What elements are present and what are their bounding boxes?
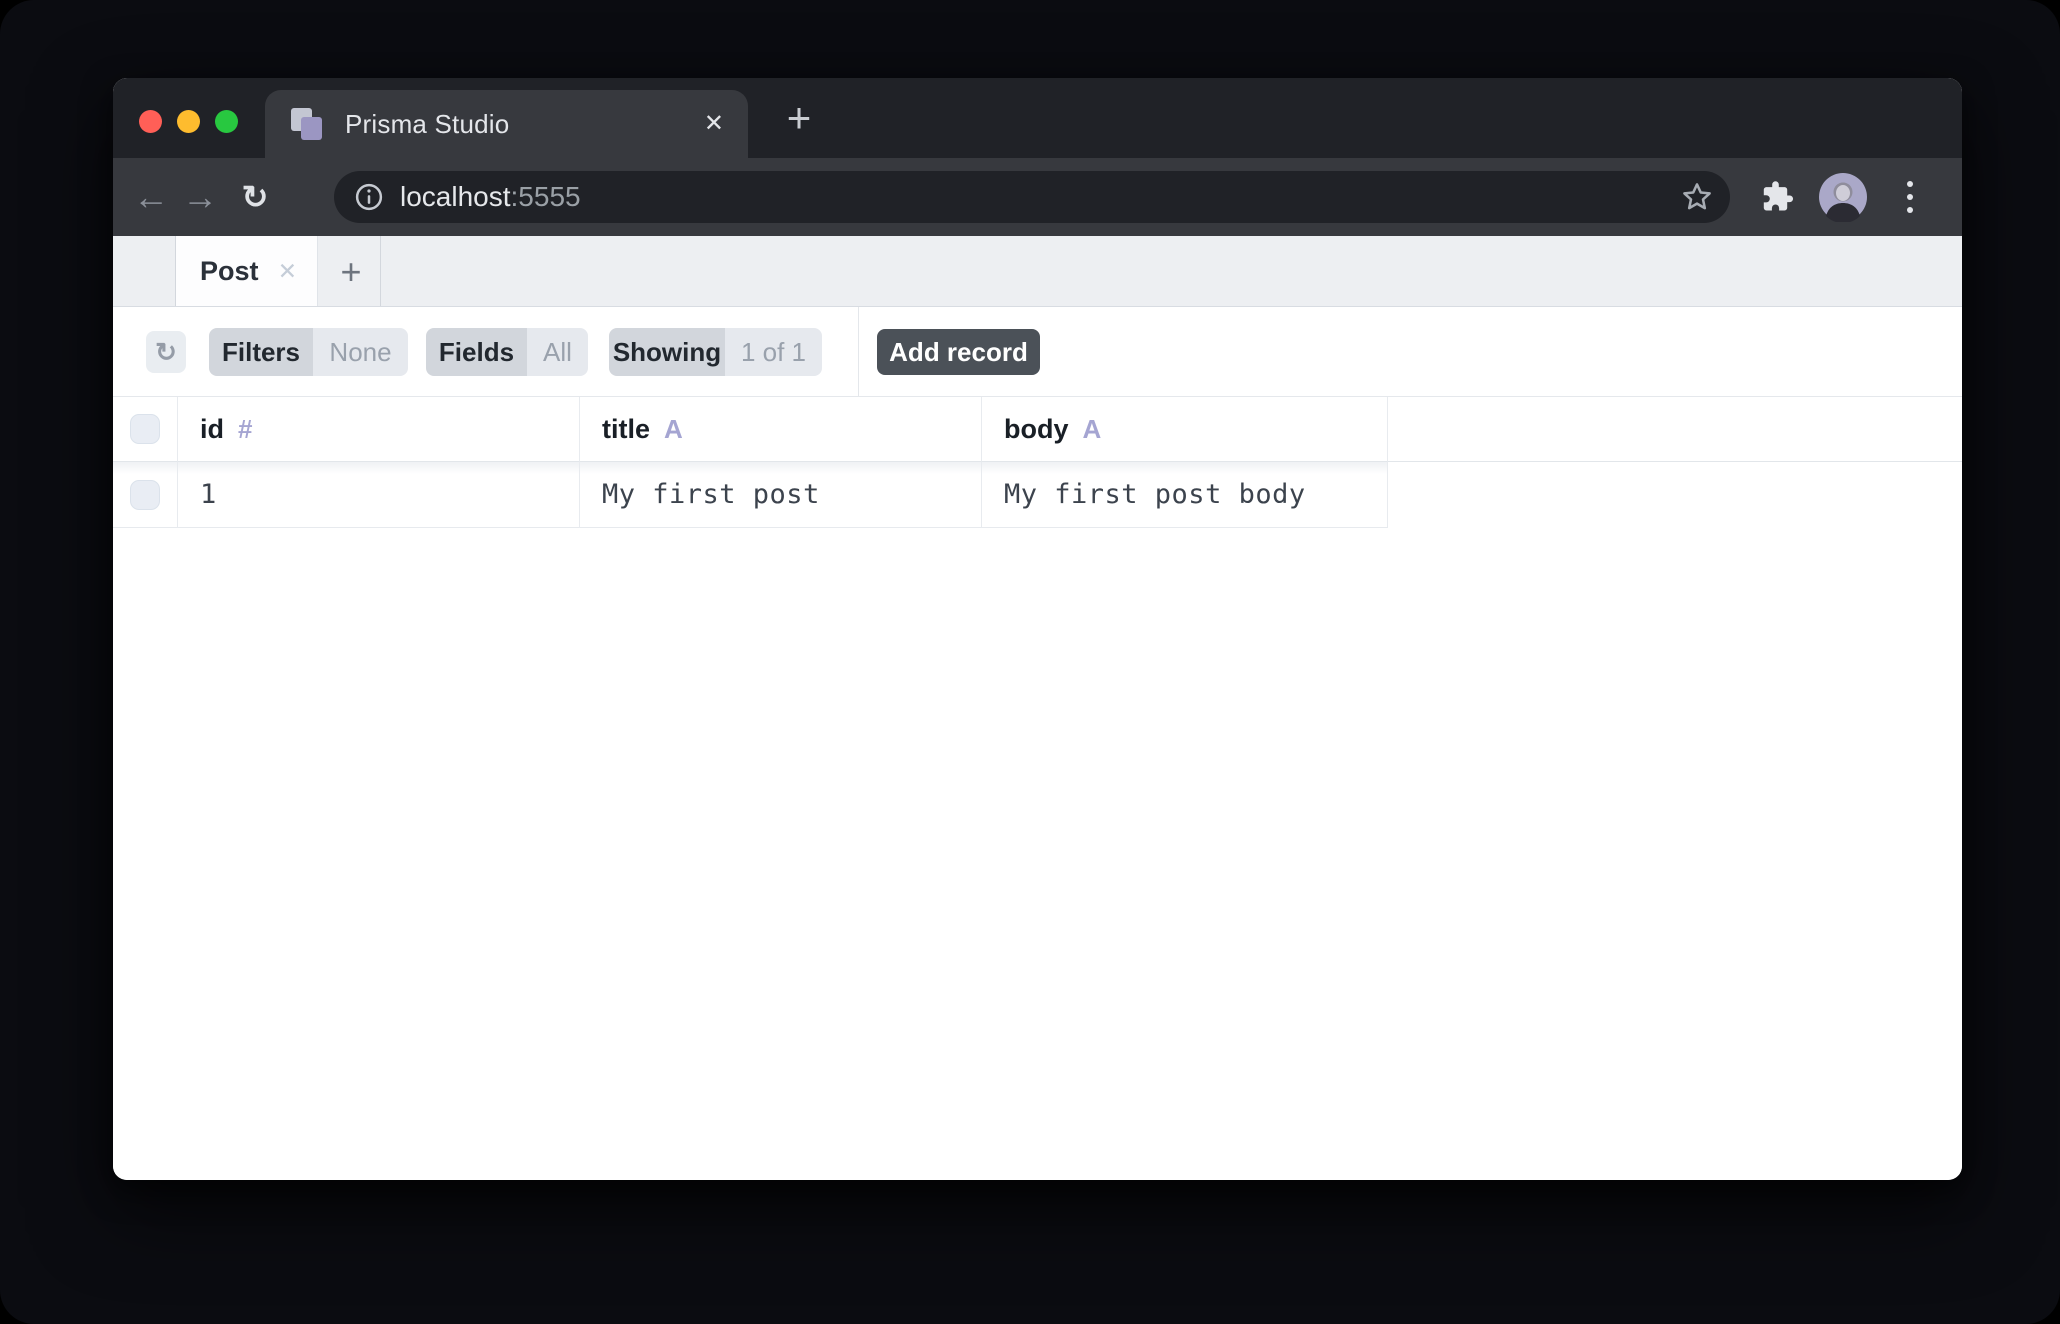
new-tab-button[interactable]: + <box>775 94 823 142</box>
reload-icon[interactable]: ↻ <box>232 158 278 236</box>
string-type-icon: A <box>1082 413 1102 444</box>
cell-id[interactable]: 1 <box>178 462 580 528</box>
cell-title[interactable]: My first post <box>580 462 982 528</box>
refresh-button[interactable]: ↻ <box>146 331 186 373</box>
row-select-cell <box>113 462 178 528</box>
extensions-puzzle-icon[interactable] <box>1757 158 1797 236</box>
model-tab-close-icon[interactable]: ✕ <box>278 258 297 285</box>
browser-window: Prisma Studio ✕ + ← → ↻ localhost :5555 <box>113 78 1962 1180</box>
fields-label: Fields <box>426 328 527 376</box>
column-name: body <box>1004 413 1069 444</box>
browser-tab[interactable]: Prisma Studio ✕ <box>265 90 748 158</box>
column-header-id[interactable]: id # <box>178 397 580 462</box>
bookmark-star-icon[interactable] <box>1679 179 1715 215</box>
cell-body[interactable]: My first post body <box>982 462 1388 528</box>
showing-label: Showing <box>609 328 725 376</box>
row-spacer <box>1388 462 1962 528</box>
model-tab-label: Post <box>200 255 259 286</box>
profile-avatar[interactable] <box>1815 158 1871 236</box>
column-header-body[interactable]: body A <box>982 397 1388 462</box>
model-tab-post[interactable]: Post ✕ <box>176 236 318 306</box>
url-port: :5555 <box>510 181 581 212</box>
window-zoom-button[interactable] <box>215 110 238 133</box>
filters-button[interactable]: Filters None <box>209 328 408 376</box>
window-controls <box>139 110 238 133</box>
header-spacer <box>1388 397 1962 462</box>
browser-menu-icon[interactable] <box>1893 158 1927 236</box>
browser-toolbar: ← → ↻ localhost :5555 <box>113 158 1962 236</box>
fields-value: All <box>527 328 588 376</box>
studio-model-tabbar: Post ✕ + <box>113 236 1962 307</box>
forward-icon[interactable]: → <box>177 158 223 236</box>
browser-tab-title: Prisma Studio <box>345 108 510 139</box>
column-name: title <box>602 413 651 444</box>
address-bar[interactable]: localhost :5555 <box>334 171 1730 223</box>
window-close-button[interactable] <box>139 110 162 133</box>
table-header-row: id # title A body A <box>113 397 1962 462</box>
tab-close-icon[interactable]: ✕ <box>704 112 724 136</box>
fields-button[interactable]: Fields All <box>426 328 588 376</box>
studio-toolbar: ↻ Filters None Fields All Showing 1 of 1… <box>113 307 1962 397</box>
select-all-cell <box>113 397 178 462</box>
toolbar-divider <box>858 307 859 396</box>
int-type-icon: # <box>238 413 253 444</box>
filters-value: None <box>313 328 408 376</box>
filters-label: Filters <box>209 328 313 376</box>
add-model-tab-button[interactable]: + <box>329 250 373 294</box>
url-host: localhost <box>400 181 511 212</box>
table-row[interactable]: 1 My first post My first post body <box>113 462 1962 528</box>
empty-content-area <box>113 528 1962 1180</box>
desktop-background: Prisma Studio ✕ + ← → ↻ localhost :5555 <box>0 0 2060 1324</box>
select-all-checkbox[interactable] <box>130 414 160 444</box>
site-info-icon[interactable] <box>354 182 384 212</box>
row-checkbox[interactable] <box>130 479 160 510</box>
showing-button[interactable]: Showing 1 of 1 <box>609 328 822 376</box>
showing-value: 1 of 1 <box>725 328 822 376</box>
tabbar-divider <box>380 236 381 306</box>
string-type-icon: A <box>664 413 683 444</box>
prisma-favicon-icon <box>291 106 327 142</box>
add-record-button[interactable]: Add record <box>877 329 1040 375</box>
column-name: id <box>200 413 224 444</box>
column-header-title[interactable]: title A <box>580 397 982 462</box>
browser-tab-strip: Prisma Studio ✕ + <box>113 78 1962 158</box>
window-minimize-button[interactable] <box>177 110 200 133</box>
back-icon[interactable]: ← <box>128 158 174 236</box>
